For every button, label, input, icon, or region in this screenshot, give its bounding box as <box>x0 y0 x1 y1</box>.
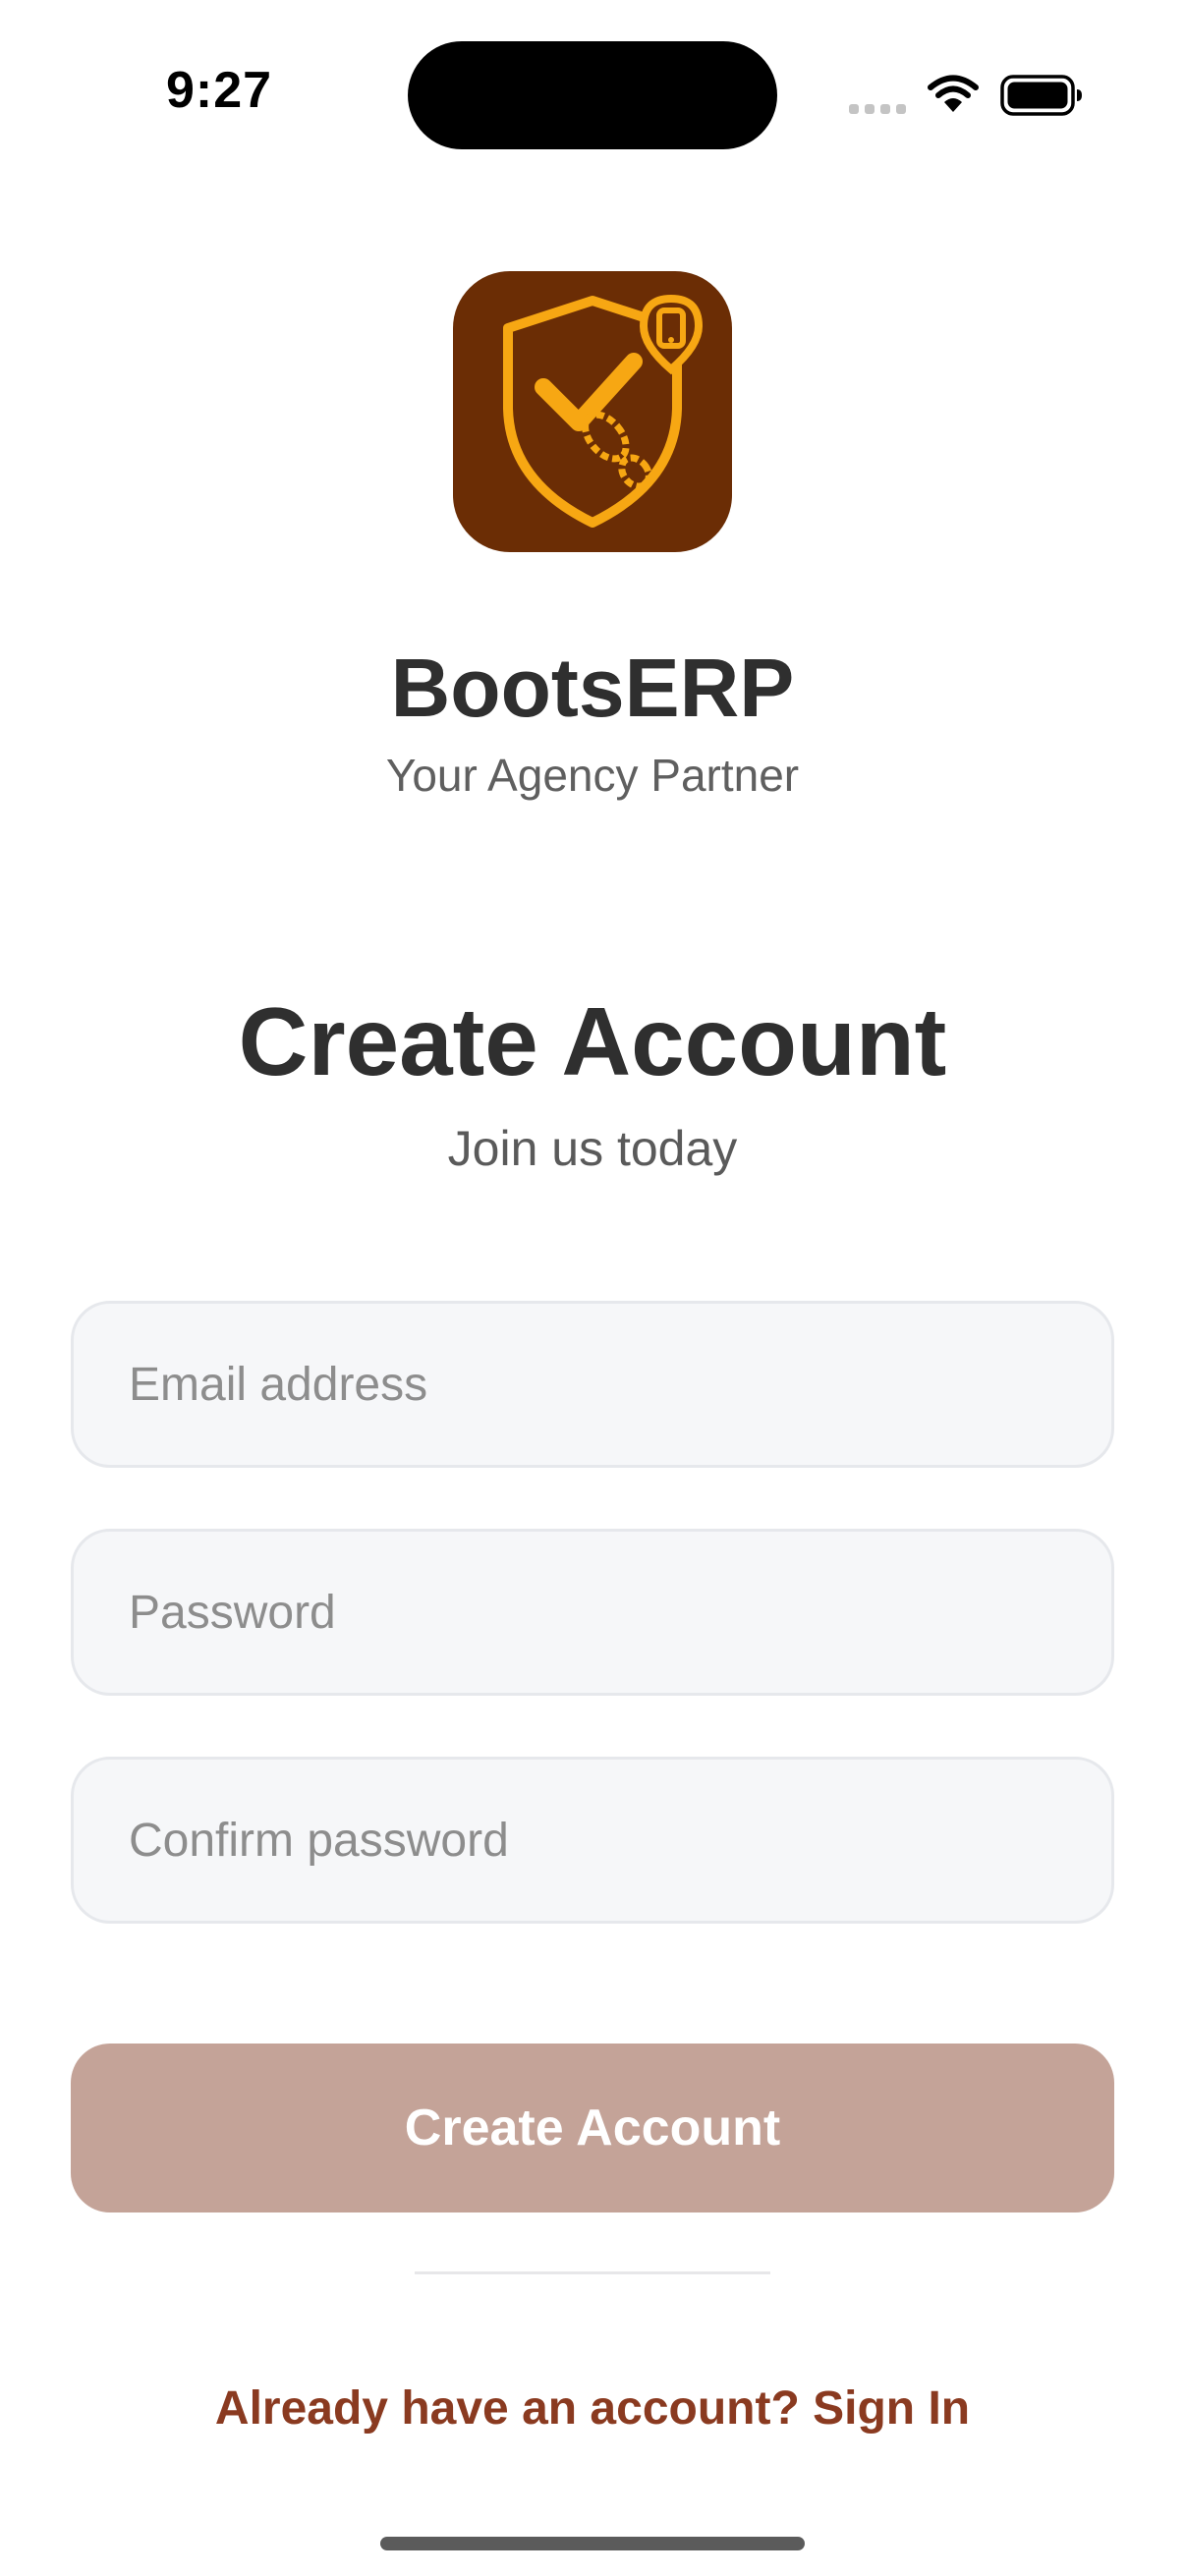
password-field-container <box>71 1529 1114 1696</box>
app-name: BootsERP <box>390 642 795 734</box>
home-indicator <box>380 2537 805 2550</box>
dynamic-island <box>408 41 777 149</box>
sign-in-link[interactable]: Already have an account? Sign In <box>0 2381 1185 2436</box>
divider <box>415 2271 770 2274</box>
confirm-password-field[interactable] <box>74 1760 1111 1921</box>
email-field[interactable] <box>74 1304 1111 1465</box>
create-account-button[interactable]: Create Account <box>71 2044 1114 2212</box>
password-field[interactable] <box>74 1532 1111 1693</box>
page-title: Create Account <box>238 987 947 1095</box>
shield-check-footprint-phone-icon <box>503 294 704 528</box>
email-field-container <box>71 1301 1114 1468</box>
app-logo <box>453 271 732 552</box>
confirm-password-field-container <box>71 1757 1114 1924</box>
wifi-icon <box>928 75 979 114</box>
app-tagline: Your Agency Partner <box>385 750 800 801</box>
status-time: 9:27 <box>165 62 273 119</box>
cellular-signal-icon <box>849 104 906 114</box>
battery-icon <box>1000 75 1083 116</box>
status-bar: 9:27 <box>0 0 1185 196</box>
page-subtitle: Join us today <box>447 1121 738 1176</box>
